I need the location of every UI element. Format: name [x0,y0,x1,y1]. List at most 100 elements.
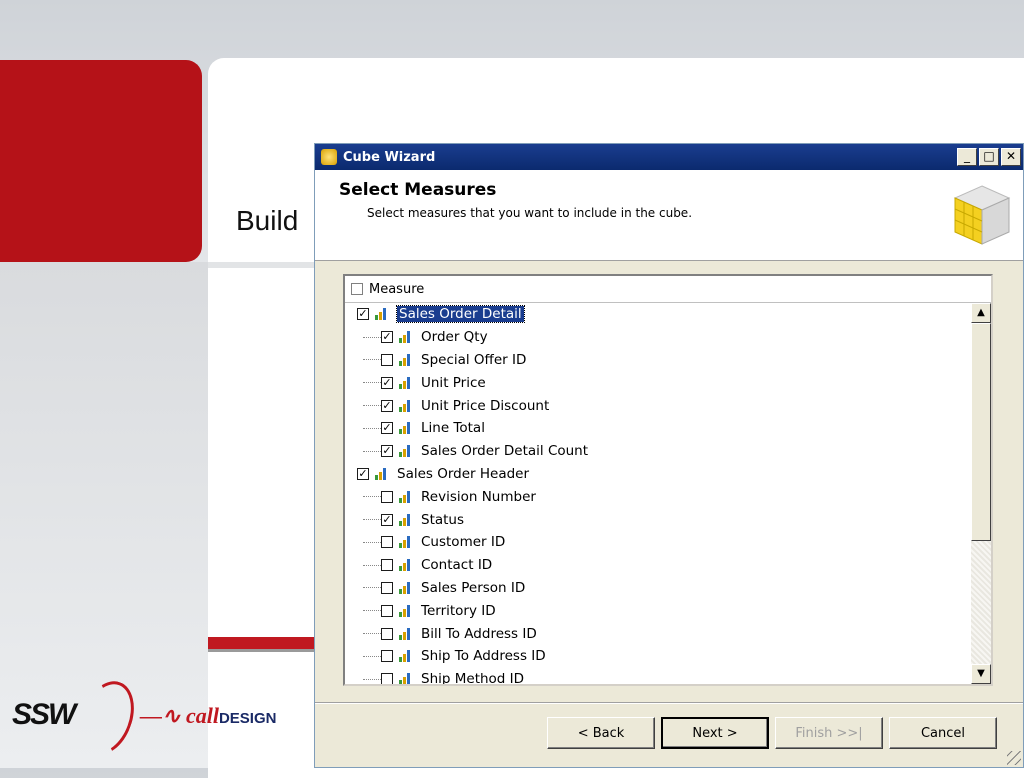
measure-icon [399,490,413,503]
measure-label: Line Total [421,420,485,437]
tree-group-row[interactable]: ✓ Sales Order Header [345,463,971,486]
measure-label: Sales Order Detail Count [421,443,589,460]
slide-divider [208,262,328,268]
measure-label: Revision Number [421,488,536,505]
cube-app-icon [321,149,337,165]
measure-checkbox[interactable] [381,650,393,663]
tree-measure-row[interactable]: ✓ Sales Order Detail Count [345,440,971,463]
measure-label: Sales Person ID [421,579,526,596]
measure-checkbox[interactable]: ✓ [381,399,393,412]
measure-checkbox[interactable] [381,353,393,366]
measure-icon [399,399,413,412]
measure-column-header[interactable]: Measure [345,276,991,303]
tree-measure-row[interactable]: ✓ Order Qty [345,326,971,349]
tree-measure-row[interactable]: Territory ID [345,599,971,622]
tree-measure-row[interactable]: ✓ Unit Price [345,371,971,394]
measure-checkbox[interactable]: ✓ [381,513,393,526]
measure-icon [399,627,413,640]
measure-icon [399,513,413,526]
slide-red-panel [0,60,202,262]
tree-connector [363,633,381,635]
tree-measure-row[interactable]: Ship Method ID [345,668,971,684]
measure-checkbox[interactable]: ✓ [381,331,393,344]
resize-grip-icon[interactable] [1007,751,1021,765]
tree-connector [363,519,381,521]
measure-checkbox[interactable]: ✓ [381,376,393,389]
ssw-logo-text: SSW [12,698,76,731]
tree-measure-row[interactable]: Bill To Address ID [345,622,971,645]
group-label: Sales Order Detail [396,305,525,324]
vertical-scrollbar[interactable]: ▲ ▼ [971,303,991,684]
tree-measure-row[interactable]: Special Offer ID [345,349,971,372]
slide-footer-bar [208,637,318,652]
close-button[interactable]: ✕ [1001,148,1021,166]
tree-group-row[interactable]: ✓ Sales Order Detail [345,303,971,326]
measure-checkbox[interactable]: ✓ [381,445,393,458]
title-bar[interactable]: Cube Wizard _ □ ✕ [315,144,1023,170]
page-subtitle: Select measures that you want to include… [367,206,693,220]
tree-measure-row[interactable]: Contact ID [345,554,971,577]
back-button[interactable]: < Back [547,717,655,749]
measure-label: Ship To Address ID [421,648,546,665]
measure-label: Special Offer ID [421,351,527,368]
group-checkbox[interactable]: ✓ [357,467,369,480]
measure-icon [399,650,413,663]
measure-column-label: Measure [369,281,425,297]
cube-wizard-window: Cube Wizard _ □ ✕ Select Measures Select… [314,143,1024,768]
measure-label: Unit Price [421,374,486,391]
wizard-header: Select Measures Select measures that you… [315,170,1023,261]
slide-title: Build [236,205,299,236]
select-all-checkbox[interactable] [351,283,363,295]
scroll-up-button[interactable]: ▲ [971,303,991,323]
tree-connector [363,610,381,612]
tree-measure-row[interactable]: Sales Person ID [345,577,971,600]
maximize-button[interactable]: □ [979,148,999,166]
measure-checkbox[interactable] [381,559,393,572]
tree-measure-row[interactable]: ✓ Unit Price Discount [345,394,971,417]
tree-connector [363,359,381,361]
measure-checkbox[interactable] [381,627,393,640]
measure-icon [399,445,413,458]
measure-icon [399,376,413,389]
tree-connector [363,678,381,680]
tree-measure-row[interactable]: Revision Number [345,485,971,508]
pulse-icon: —∿ [140,703,186,728]
minimize-button[interactable]: _ [957,148,977,166]
measure-label: Order Qty [421,329,488,346]
measure-checkbox[interactable] [381,536,393,549]
calldesign-logo-call: call [185,703,219,728]
measure-label: Territory ID [421,602,496,619]
measures-list[interactable]: Measure ✓ Sales Order Detail ✓ Order Qty Spe… [343,274,993,686]
tree-measure-row[interactable]: ✓ Line Total [345,417,971,440]
tree-connector [363,587,381,589]
finish-button[interactable]: Finish >>| [775,717,883,749]
measure-label: Unit Price Discount [421,397,550,414]
scroll-down-button[interactable]: ▼ [971,664,991,684]
measure-checkbox[interactable] [381,673,393,684]
tree-measure-row[interactable]: Customer ID [345,531,971,554]
measure-checkbox[interactable] [381,490,393,503]
tree-connector [363,427,381,429]
group-checkbox[interactable]: ✓ [357,308,369,321]
tree-measure-row[interactable]: Ship To Address ID [345,645,971,668]
cube-icon [953,185,1011,245]
window-title: Cube Wizard [343,149,436,165]
measure-label: Customer ID [421,534,506,551]
next-button[interactable]: Next > [661,717,769,749]
measure-checkbox[interactable]: ✓ [381,422,393,435]
tree-connector [363,564,381,566]
measure-label: Bill To Address ID [421,625,537,642]
measure-icon [399,673,413,684]
cancel-button[interactable]: Cancel [889,717,997,749]
measure-checkbox[interactable] [381,581,393,594]
tree-connector [363,450,381,452]
measure-icon [399,353,413,366]
button-separator [315,702,1023,704]
measure-label: Ship Method ID [421,671,525,684]
measure-group-icon [375,308,389,321]
measure-checkbox[interactable] [381,604,393,617]
tree-measure-row[interactable]: ✓ Status [345,508,971,531]
measures-tree[interactable]: ✓ Sales Order Detail ✓ Order Qty Special Off… [345,303,971,684]
scroll-thumb[interactable] [971,323,991,541]
measure-label: Status [421,511,465,528]
